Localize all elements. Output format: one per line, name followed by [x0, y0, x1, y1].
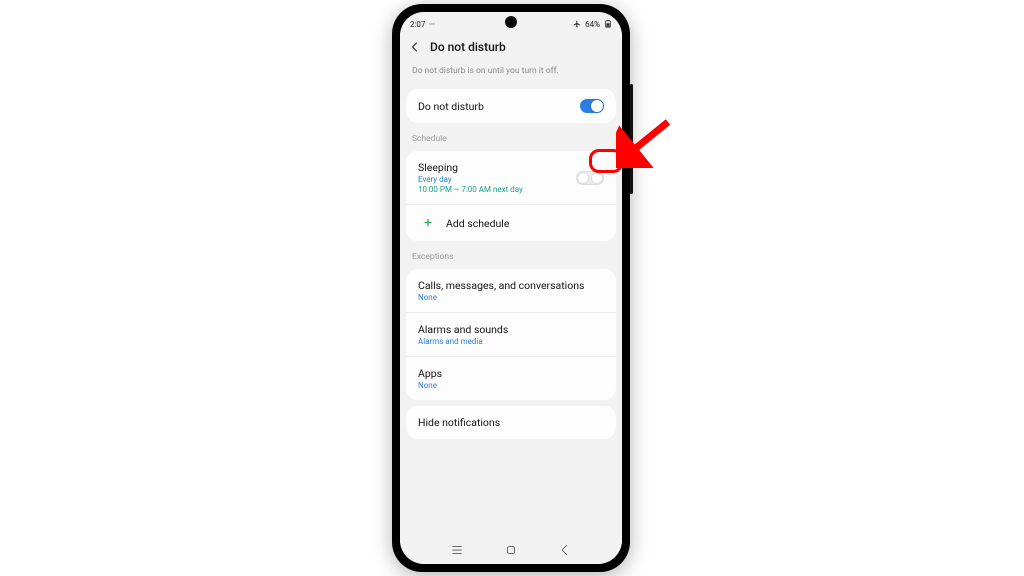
add-schedule-label: Add schedule	[446, 217, 509, 230]
schedule-card: Sleeping Every day 10:00 PM ~ 7:00 AM ne…	[406, 151, 616, 241]
chevron-left-icon	[409, 41, 421, 53]
status-time: 2:07	[410, 20, 425, 29]
title-bar: Do not disturb	[400, 34, 622, 58]
exceptions-alarms-value: Alarms and media	[418, 337, 508, 346]
schedule-item-title: Sleeping	[418, 161, 523, 174]
schedule-item-sleeping[interactable]: Sleeping Every day 10:00 PM ~ 7:00 AM ne…	[406, 151, 616, 204]
nav-recents-icon[interactable]	[450, 543, 464, 557]
exceptions-apps-title: Apps	[418, 367, 442, 380]
punch-hole-camera	[507, 18, 515, 26]
exceptions-apps-value: None	[418, 381, 442, 390]
hide-notifications-row[interactable]: Hide notifications	[406, 406, 616, 439]
nav-bar	[400, 536, 622, 564]
side-button-power	[630, 154, 633, 194]
exceptions-calls-value: None	[418, 293, 584, 302]
page-title: Do not disturb	[430, 40, 506, 54]
dnd-toggle-row[interactable]: Do not disturb	[406, 89, 616, 123]
back-button[interactable]	[408, 40, 422, 54]
schedule-item-toggle[interactable]	[576, 171, 604, 185]
page-subtitle: Do not disturb is on until you turn it o…	[400, 58, 622, 86]
exceptions-section-header: Exceptions	[400, 244, 622, 266]
exceptions-apps-row[interactable]: Apps None	[406, 356, 616, 400]
nav-home-icon[interactable]	[504, 543, 518, 557]
exceptions-card: Calls, messages, and conversations None …	[406, 269, 616, 400]
dnd-toggle-label: Do not disturb	[418, 100, 484, 113]
phone-frame: 2:07 64% Do not disturb Do not disturb i…	[392, 4, 630, 572]
plus-icon: +	[422, 215, 434, 231]
exceptions-alarms-row[interactable]: Alarms and sounds Alarms and media	[406, 312, 616, 356]
schedule-item-time: 10:00 PM ~ 7:00 AM next day	[418, 185, 523, 194]
exceptions-alarms-title: Alarms and sounds	[418, 323, 508, 336]
nav-back-icon[interactable]	[558, 543, 572, 557]
dnd-toggle-switch[interactable]	[580, 99, 604, 113]
add-schedule-row[interactable]: + Add schedule	[406, 204, 616, 241]
dnd-toggle-card: Do not disturb	[406, 89, 616, 123]
battery-icon	[604, 20, 612, 28]
side-button-volume	[630, 84, 633, 144]
exceptions-calls-title: Calls, messages, and conversations	[418, 279, 584, 292]
hide-notifications-card: Hide notifications	[406, 406, 616, 439]
content: Do not disturb Schedule Sleeping Every d…	[400, 86, 622, 536]
schedule-section-header: Schedule	[400, 126, 622, 148]
screen: 2:07 64% Do not disturb Do not disturb i…	[400, 12, 622, 564]
hide-notifications-label: Hide notifications	[418, 416, 500, 429]
status-battery-pct: 64%	[585, 20, 600, 29]
schedule-item-recurrence: Every day	[418, 175, 523, 184]
airplane-icon	[573, 20, 581, 28]
exceptions-calls-row[interactable]: Calls, messages, and conversations None	[406, 269, 616, 312]
